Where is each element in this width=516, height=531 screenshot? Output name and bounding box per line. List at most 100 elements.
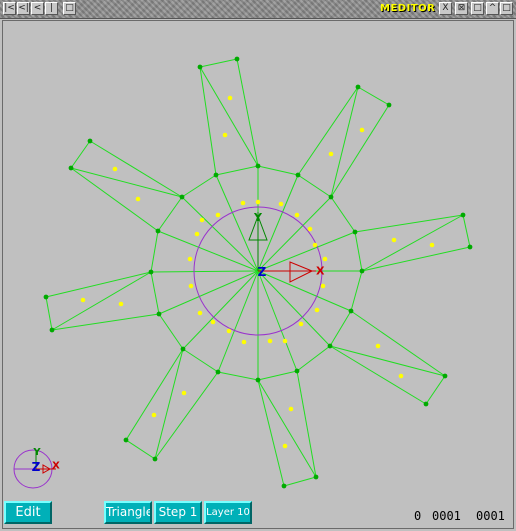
mesh-vertex[interactable] xyxy=(234,56,240,62)
mesh-vertex[interactable] xyxy=(49,327,55,333)
mesh-edge xyxy=(297,86,359,176)
z-axis-label: Z xyxy=(258,265,267,279)
triangle-centroid xyxy=(314,307,320,313)
triangle-centroid xyxy=(194,231,200,237)
mesh-vertex[interactable] xyxy=(313,474,319,480)
mesh-edge xyxy=(70,167,159,232)
mesh-vertex[interactable] xyxy=(352,229,358,235)
mesh-vertex[interactable] xyxy=(180,346,186,352)
mesh-edge xyxy=(236,58,259,167)
triangle-centroid xyxy=(187,256,193,262)
triangle-centroid xyxy=(391,237,397,243)
mesh-vertex[interactable] xyxy=(442,373,448,379)
triangle-centroid xyxy=(151,412,157,418)
mesh-vertex[interactable] xyxy=(213,172,219,178)
mesh-vertex[interactable] xyxy=(386,102,392,108)
mesh-edge xyxy=(350,310,446,377)
triangle-centroid xyxy=(298,321,304,327)
mesh-vertex[interactable] xyxy=(327,343,333,349)
mesh-vertex[interactable] xyxy=(148,269,154,275)
mesh-edge xyxy=(70,140,91,169)
mesh-edge xyxy=(357,86,390,106)
mesh-vertex[interactable] xyxy=(156,311,162,317)
mesh-edge xyxy=(329,345,427,405)
triangle-centroid xyxy=(188,283,194,289)
triangle-centroid xyxy=(307,226,313,232)
mesh-edge xyxy=(199,66,259,167)
mesh-edge xyxy=(89,140,183,198)
mesh-edge xyxy=(361,246,471,272)
mesh-edge xyxy=(45,271,152,298)
mesh-edge xyxy=(329,345,446,377)
triangle-centroid xyxy=(240,200,246,206)
triangle-centroid xyxy=(429,242,435,248)
status-value-b: 0001 xyxy=(432,509,461,523)
triangle-centroid xyxy=(267,338,273,344)
triangle-centroid xyxy=(255,199,261,205)
mesh-vertex[interactable] xyxy=(359,268,365,274)
orientation-indicator: Y X Z xyxy=(13,447,60,489)
mesh-edge xyxy=(125,439,156,460)
mesh-vertex[interactable] xyxy=(281,483,287,489)
mesh-edge xyxy=(150,230,159,273)
mesh-edge xyxy=(51,271,152,331)
mesh-vertex[interactable] xyxy=(423,401,429,407)
triangle-centroid xyxy=(199,217,205,223)
mesh-edge xyxy=(182,270,259,350)
triangle-centroid xyxy=(320,283,326,289)
mesh-edge xyxy=(330,104,390,198)
triangle-centroid xyxy=(375,343,381,349)
mesh-edge xyxy=(45,296,53,331)
mesh-vertex[interactable] xyxy=(355,84,361,90)
mesh-vertex[interactable] xyxy=(155,228,161,234)
mesh-edge xyxy=(215,165,259,176)
mesh-edge xyxy=(257,165,299,176)
triangle-centroid xyxy=(359,127,365,133)
mesh-vertex[interactable] xyxy=(294,368,300,374)
mesh-edge xyxy=(154,348,184,460)
mesh-vertex[interactable] xyxy=(255,163,261,169)
mesh-edge xyxy=(283,476,317,487)
mesh-viewport[interactable]: Y X Z Y X Z xyxy=(0,0,516,531)
mesh-edge xyxy=(330,86,359,198)
mesh-vertex[interactable] xyxy=(460,212,466,218)
mesh-edge xyxy=(296,345,331,372)
mesh-edge xyxy=(125,348,184,441)
mesh-edge xyxy=(297,174,332,198)
mesh-edge xyxy=(257,174,299,272)
mesh-edge xyxy=(329,310,352,347)
edit-button[interactable]: Edit xyxy=(4,501,52,524)
step-button[interactable]: Step 1 xyxy=(154,501,202,524)
mesh-vertex[interactable] xyxy=(467,244,473,250)
triangle-centroid xyxy=(227,95,233,101)
mesh-vertex[interactable] xyxy=(328,194,334,200)
mesh-edge xyxy=(350,270,363,312)
mesh-vertex[interactable] xyxy=(123,437,129,443)
mesh-edge xyxy=(425,375,446,405)
mesh-vertex[interactable] xyxy=(179,194,185,200)
mesh-vertex[interactable] xyxy=(197,64,203,70)
orientation-z-label: Z xyxy=(32,460,41,474)
triangle-centroid xyxy=(294,212,300,218)
mesh-vertex[interactable] xyxy=(215,369,221,375)
triangle-centroid xyxy=(282,443,288,449)
triangle-mode-button[interactable]: Triangle xyxy=(104,501,152,524)
mesh-vertex[interactable] xyxy=(152,456,158,462)
triangle-centroid xyxy=(80,297,86,303)
mesh-edge xyxy=(150,271,160,315)
mesh-vertex[interactable] xyxy=(295,172,301,178)
mesh-vertex[interactable] xyxy=(348,308,354,314)
layer-button[interactable]: Layer 10 xyxy=(204,501,252,524)
y-axis-label: Y xyxy=(253,211,263,224)
mesh-edge xyxy=(199,66,217,176)
triangle-centroid xyxy=(210,319,216,325)
triangle-centroid xyxy=(398,373,404,379)
mesh-edge xyxy=(257,370,298,381)
triangle-centroid xyxy=(226,328,232,334)
mesh-vertex[interactable] xyxy=(87,138,93,144)
mesh-vertex[interactable] xyxy=(68,165,74,171)
mesh-vertex[interactable] xyxy=(255,377,261,383)
mesh-edge xyxy=(257,231,356,272)
x-axis-label: X xyxy=(316,265,325,278)
mesh-vertex[interactable] xyxy=(43,294,49,300)
